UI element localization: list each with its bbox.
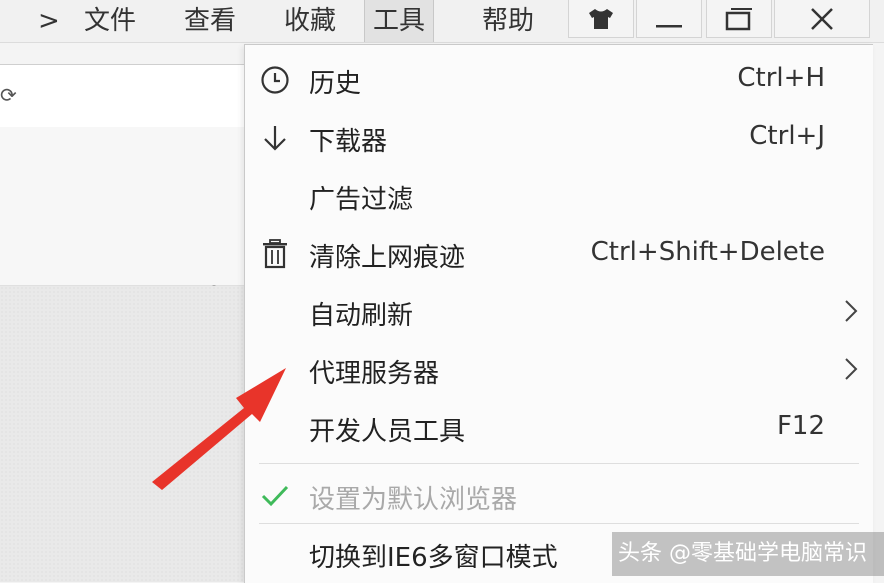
- minimize-icon: [656, 24, 682, 27]
- menu-item-label: 清除上网痕迹: [309, 243, 466, 273]
- menu-view[interactable]: 查看: [184, 0, 236, 42]
- restore-button[interactable]: [706, 0, 772, 38]
- download-arrow-icon: [259, 122, 291, 154]
- menu-item-label: 历史: [309, 69, 362, 99]
- skin-button[interactable]: [568, 0, 634, 38]
- submenu-chevron-icon: [843, 355, 859, 387]
- address-bar[interactable]: ⟳: [0, 64, 244, 128]
- shortcut-text: Ctrl+Shift+Delete: [590, 237, 825, 267]
- menu-item-developer-tools[interactable]: 开发人员工具 F12: [245, 399, 873, 457]
- checkmark-icon: [259, 480, 291, 512]
- menu-help[interactable]: 帮助: [482, 0, 534, 42]
- page-content: [0, 286, 244, 582]
- menu-item-label: 自动刷新: [309, 301, 414, 331]
- restore-icon: [725, 7, 752, 30]
- menu-item-ad-filter[interactable]: 广告过滤: [245, 167, 873, 225]
- menu-item-set-default-browser: 设置为默认浏览器: [245, 467, 873, 525]
- chevron-right-icon[interactable]: >: [38, 6, 60, 36]
- submenu-chevron-icon: [843, 297, 859, 329]
- close-button[interactable]: [774, 0, 870, 38]
- minimize-button[interactable]: [636, 0, 702, 38]
- trash-icon: [259, 238, 291, 270]
- menu-divider: [259, 463, 859, 464]
- shortcut-text: Ctrl+J: [749, 121, 825, 151]
- shortcut-text: Ctrl+H: [737, 63, 825, 93]
- clock-icon: [259, 64, 291, 96]
- menu-item-label: 代理服务器: [309, 359, 440, 389]
- menu-tools[interactable]: 工具: [364, 0, 435, 42]
- menu-item-auto-refresh[interactable]: 自动刷新: [245, 283, 873, 341]
- watermark-text: 头条 @零基础学电脑常识: [612, 532, 884, 576]
- close-icon: [811, 7, 833, 30]
- menu-file[interactable]: 文件: [84, 0, 136, 42]
- menu-favorites[interactable]: 收藏: [284, 0, 336, 42]
- menu-item-label: 切换到IE6多窗口模式: [309, 543, 558, 573]
- menu-item-history[interactable]: 历史 Ctrl+H: [245, 51, 873, 109]
- menu-item-label: 开发人员工具: [309, 417, 466, 447]
- menu-item-label: 设置为默认浏览器: [309, 485, 518, 515]
- menu-bar: > 文件 查看 收藏 工具 帮助: [0, 0, 884, 43]
- menu-item-clear-traces[interactable]: 清除上网痕迹 Ctrl+Shift+Delete: [245, 225, 873, 283]
- menu-item-downloader[interactable]: 下载器 Ctrl+J: [245, 109, 873, 167]
- menu-item-label: 下载器: [309, 127, 388, 157]
- menu-item-proxy-server[interactable]: 代理服务器: [245, 341, 873, 399]
- menu-item-label: 广告过滤: [309, 185, 414, 215]
- skin-icon: [589, 8, 613, 29]
- tools-dropdown-menu: 历史 Ctrl+H 下载器 Ctrl+J 广告过滤 清除上网痕迹 Ctrl+Sh…: [244, 44, 873, 583]
- menu-divider: [259, 523, 859, 524]
- refresh-icon[interactable]: ⟳: [0, 83, 17, 107]
- shortcut-text: F12: [776, 411, 825, 441]
- toolbar-area: [0, 127, 244, 309]
